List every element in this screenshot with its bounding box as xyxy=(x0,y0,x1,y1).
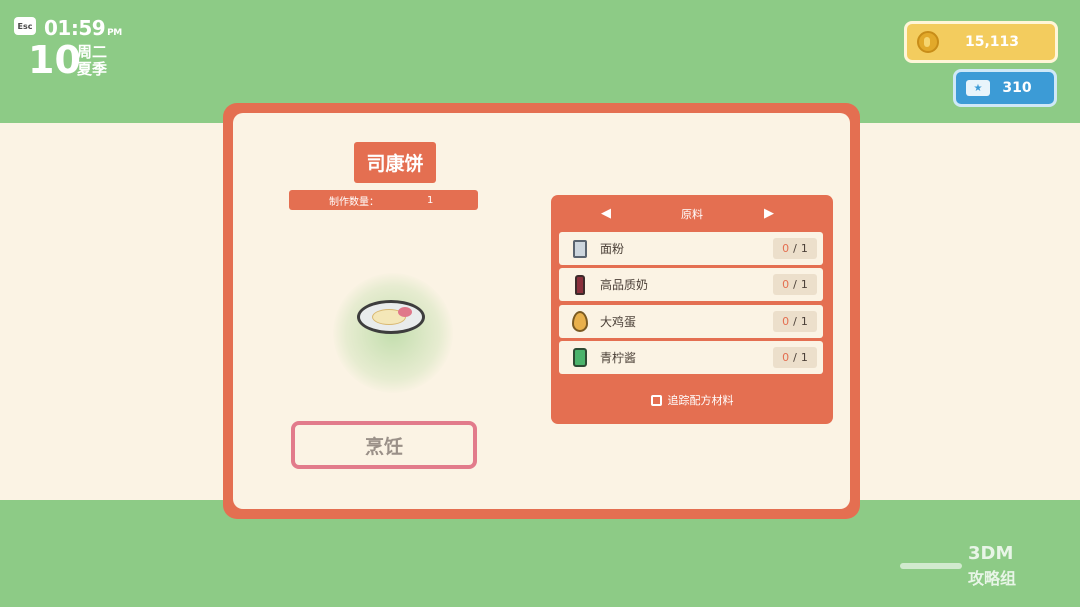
ingredients-panel: ◀ 原料 ▶ 面粉 0/1 高品质奶 0/1 大鸡蛋 0 / 1 青柠酱 0 /… xyxy=(551,195,833,424)
coin-balance: 15,113 xyxy=(904,21,1058,63)
watermark-top: 3DM xyxy=(968,543,1014,564)
ingredient-name: 青柠酱 xyxy=(600,351,637,365)
ingredient-need: 1 xyxy=(800,242,808,255)
cooking-panel: 司康饼 制作数量： 1 烹饪 ◀ 原料 ▶ 面粉 0/1 高品质奶 0 / 1 … xyxy=(223,103,860,519)
ingredient-have: 0 xyxy=(782,351,790,364)
ingredient-row[interactable]: 大鸡蛋 0/1 xyxy=(559,305,823,338)
ingredient-need: 1 xyxy=(800,351,808,364)
ingredient-row[interactable]: 高品质奶 0/1 xyxy=(559,268,823,301)
ingredient-count: 0/1 xyxy=(773,347,817,368)
ingredients-title: 原料 xyxy=(681,208,703,221)
jam-topping xyxy=(398,307,412,317)
quantity-bar: 制作数量： 1 xyxy=(289,190,478,210)
day-number: 10 xyxy=(28,38,81,82)
ingredient-separator: / xyxy=(793,242,797,255)
quantity-value: 1 xyxy=(427,194,434,206)
flour-bag-icon xyxy=(570,238,590,260)
track-checkbox[interactable] xyxy=(650,394,662,406)
ticket-value: 310 xyxy=(1002,80,1032,96)
watermark-logo: 3DM 攻略组 xyxy=(900,543,1060,589)
milk-bottle-icon xyxy=(570,274,590,296)
ingredient-separator: / xyxy=(793,351,797,364)
quantity-label: 制作数量： xyxy=(329,196,379,208)
cook-button[interactable]: 烹饪 xyxy=(291,421,477,469)
ingredient-need: 1 xyxy=(800,278,808,291)
dish-preview xyxy=(268,233,518,433)
scone-plate-icon xyxy=(357,300,425,334)
gold-coin-icon xyxy=(917,31,939,53)
lime-jam-jar-icon xyxy=(570,347,590,369)
ingredient-row[interactable]: 青柠酱 0/1 xyxy=(559,341,823,374)
coin-value: 15,113 xyxy=(964,34,1020,50)
cooking-panel-inner: 司康饼 制作数量： 1 烹饪 ◀ 原料 ▶ 面粉 0/1 高品质奶 0 / 1 … xyxy=(233,113,850,509)
weekday-label: 周二 xyxy=(77,43,108,61)
ingredients-header: ◀ 原料 ▶ xyxy=(551,202,833,226)
egg-icon xyxy=(570,311,590,333)
ingredient-row[interactable]: 面粉 0/1 xyxy=(559,232,823,265)
esc-key-badge[interactable]: Esc xyxy=(14,17,36,35)
fish-icon xyxy=(900,563,962,569)
ingredient-separator: / xyxy=(793,278,797,291)
track-recipe-toggle[interactable]: 追踪配方材料 xyxy=(551,391,833,409)
recipe-title: 司康饼 xyxy=(354,142,436,183)
arrow-right-icon[interactable]: ▶ xyxy=(764,206,774,221)
ticket-icon: ★ xyxy=(966,80,990,96)
ingredient-have: 0 xyxy=(782,278,790,291)
ingredient-count: 0/1 xyxy=(773,274,817,295)
ticket-balance: ★ 310 xyxy=(953,69,1057,107)
ingredient-name: 面粉 xyxy=(600,242,625,256)
ingredient-name: 大鸡蛋 xyxy=(600,315,637,329)
ingredient-have: 0 xyxy=(782,242,790,255)
track-label: 追踪配方材料 xyxy=(667,394,734,407)
clock-time: 01:59 xyxy=(44,16,106,40)
ingredient-count: 0/1 xyxy=(773,238,817,259)
clock-ampm: PM xyxy=(107,28,122,38)
arrow-left-icon[interactable]: ◀ xyxy=(601,206,611,221)
ingredient-have: 0 xyxy=(782,315,790,328)
ingredient-separator: / xyxy=(793,315,797,328)
ingredient-need: 1 xyxy=(800,315,808,328)
ingredient-name: 高品质奶 xyxy=(600,278,649,292)
clock: 01:59 PM xyxy=(44,16,122,40)
watermark-bottom: 攻略组 xyxy=(968,569,1017,588)
season-label: 夏季 xyxy=(77,60,108,78)
ingredient-count: 0/1 xyxy=(773,311,817,332)
